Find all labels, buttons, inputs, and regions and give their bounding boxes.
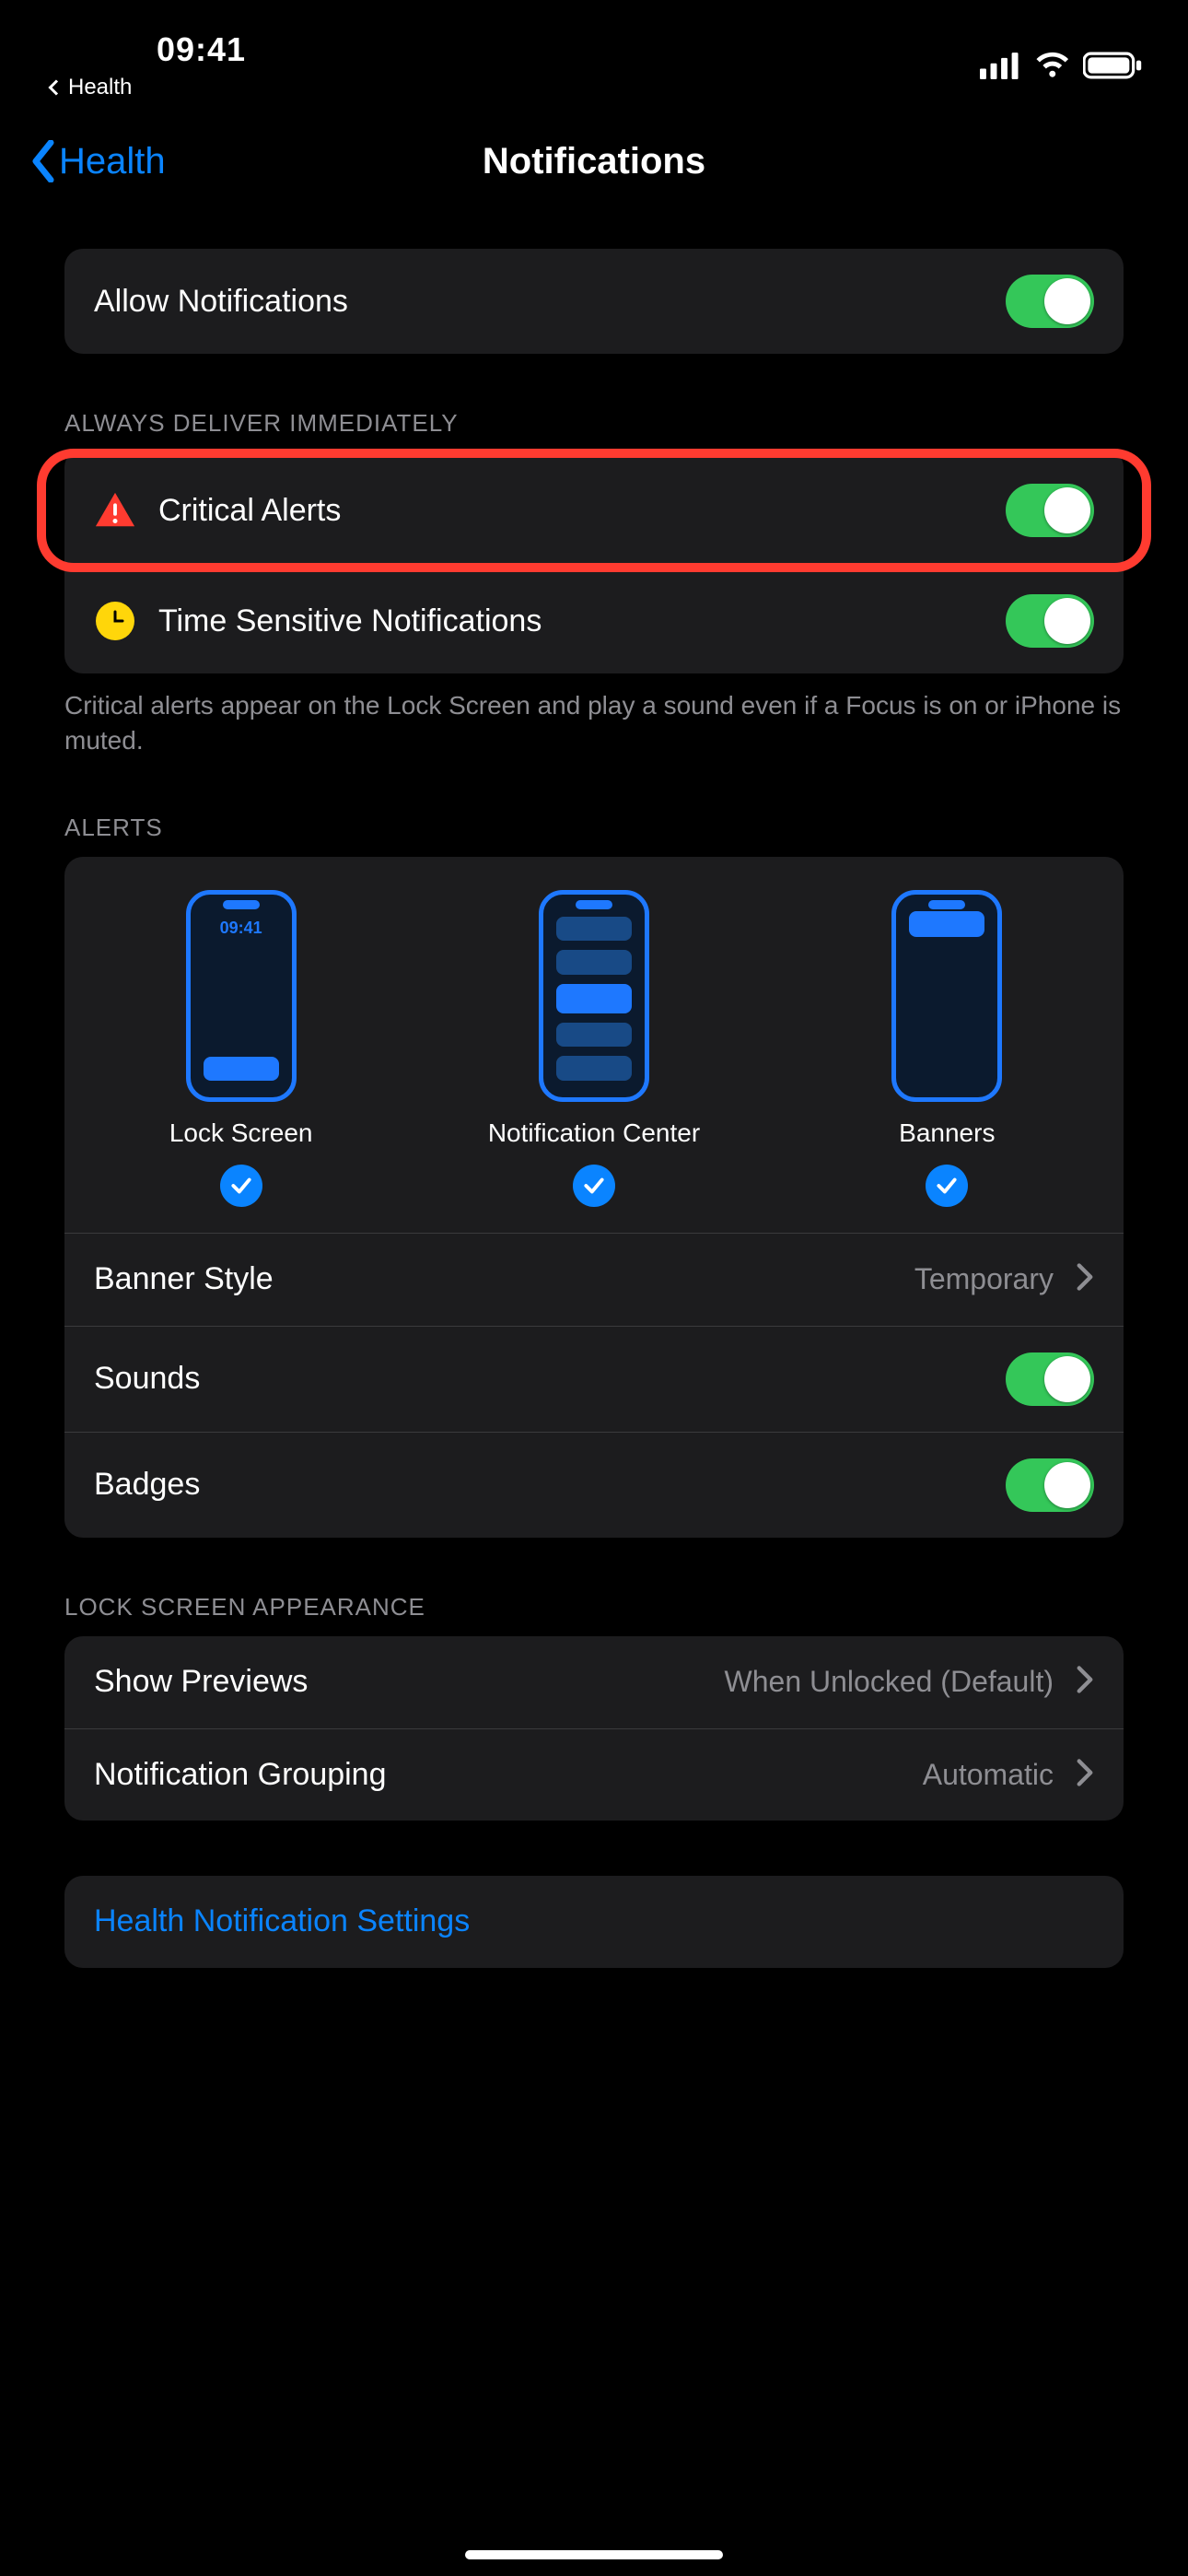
chevron-left-icon — [28, 140, 59, 182]
show-previews-row[interactable]: Show Previews When Unlocked (Default) — [64, 1636, 1124, 1728]
sounds-row[interactable]: Sounds — [64, 1326, 1124, 1432]
badges-toggle[interactable] — [1006, 1458, 1094, 1512]
banners-checkmark-icon — [926, 1165, 968, 1207]
deliver-section-header: ALWAYS DELIVER IMMEDIATELY — [64, 409, 1124, 452]
alerts-section-header: ALERTS — [64, 814, 1124, 857]
alert-style-notification-center[interactable]: Notification Center — [419, 890, 769, 1207]
notification-center-checkmark-icon — [573, 1165, 615, 1207]
alert-style-lockscreen[interactable]: 09:41 Lock Screen — [66, 890, 416, 1207]
sounds-label: Sounds — [94, 1361, 984, 1397]
show-previews-value: When Unlocked (Default) — [725, 1665, 1054, 1699]
banners-preview-icon — [891, 890, 1002, 1102]
clock-icon — [94, 600, 136, 642]
allow-notifications-row[interactable]: Allow Notifications — [64, 249, 1124, 354]
page-title: Notifications — [483, 141, 705, 182]
notification-center-preview-icon — [539, 890, 649, 1102]
time-sensitive-label: Time Sensitive Notifications — [158, 603, 984, 639]
cellular-icon — [980, 52, 1022, 79]
critical-alerts-row[interactable]: Critical Alerts — [64, 458, 1124, 563]
badges-label: Badges — [94, 1467, 984, 1503]
notification-center-label: Notification Center — [488, 1118, 700, 1148]
status-bar: 09:41 Health — [0, 0, 1188, 111]
banner-style-row[interactable]: Banner Style Temporary — [64, 1234, 1124, 1326]
banners-label: Banners — [899, 1118, 995, 1148]
nav-back-button[interactable]: Health — [28, 140, 166, 182]
alert-style-selector: 09:41 Lock Screen Notification Center — [64, 857, 1124, 1234]
alert-triangle-icon — [94, 489, 136, 532]
sounds-toggle[interactable] — [1006, 1352, 1094, 1406]
chevron-right-icon — [1076, 1759, 1094, 1791]
show-previews-label: Show Previews — [94, 1664, 703, 1700]
chevron-right-icon — [1076, 1263, 1094, 1295]
lockscreen-checkmark-icon — [220, 1165, 262, 1207]
banner-style-value: Temporary — [914, 1262, 1054, 1296]
notification-grouping-value: Automatic — [923, 1758, 1054, 1792]
notification-grouping-label: Notification Grouping — [94, 1757, 901, 1793]
chevron-right-icon — [1076, 1666, 1094, 1698]
back-arrow-icon — [46, 79, 63, 96]
critical-alerts-toggle[interactable] — [1006, 484, 1094, 537]
time-sensitive-toggle[interactable] — [1006, 594, 1094, 648]
status-time: 09:41 — [157, 30, 246, 69]
time-sensitive-row[interactable]: Time Sensitive Notifications — [64, 568, 1124, 673]
nav-bar: Health Notifications — [0, 111, 1188, 212]
critical-alerts-label: Critical Alerts — [158, 493, 984, 529]
badges-row[interactable]: Badges — [64, 1432, 1124, 1538]
alert-style-banners[interactable]: Banners — [773, 890, 1123, 1207]
home-indicator[interactable] — [465, 2550, 723, 2559]
health-notification-settings-label: Health Notification Settings — [94, 1903, 1094, 1939]
allow-notifications-toggle[interactable] — [1006, 275, 1094, 328]
banner-style-label: Banner Style — [94, 1261, 892, 1297]
battery-icon — [1083, 52, 1142, 79]
lockscreen-preview-icon: 09:41 — [186, 890, 297, 1102]
breadcrumb-label: Health — [68, 75, 132, 100]
lockscreen-label: Lock Screen — [169, 1118, 313, 1148]
allow-notifications-label: Allow Notifications — [94, 284, 984, 320]
ls-appearance-header: LOCK SCREEN APPEARANCE — [64, 1593, 1124, 1636]
critical-alerts-highlight: Critical Alerts — [37, 449, 1151, 572]
nav-back-label: Health — [59, 141, 166, 182]
notification-grouping-row[interactable]: Notification Grouping Automatic — [64, 1728, 1124, 1821]
deliver-section-footer: Critical alerts appear on the Lock Scree… — [64, 673, 1124, 758]
breadcrumb-back-app[interactable]: Health — [46, 75, 132, 100]
wifi-icon — [1033, 52, 1072, 79]
health-notification-settings-button[interactable]: Health Notification Settings — [64, 1876, 1124, 1968]
